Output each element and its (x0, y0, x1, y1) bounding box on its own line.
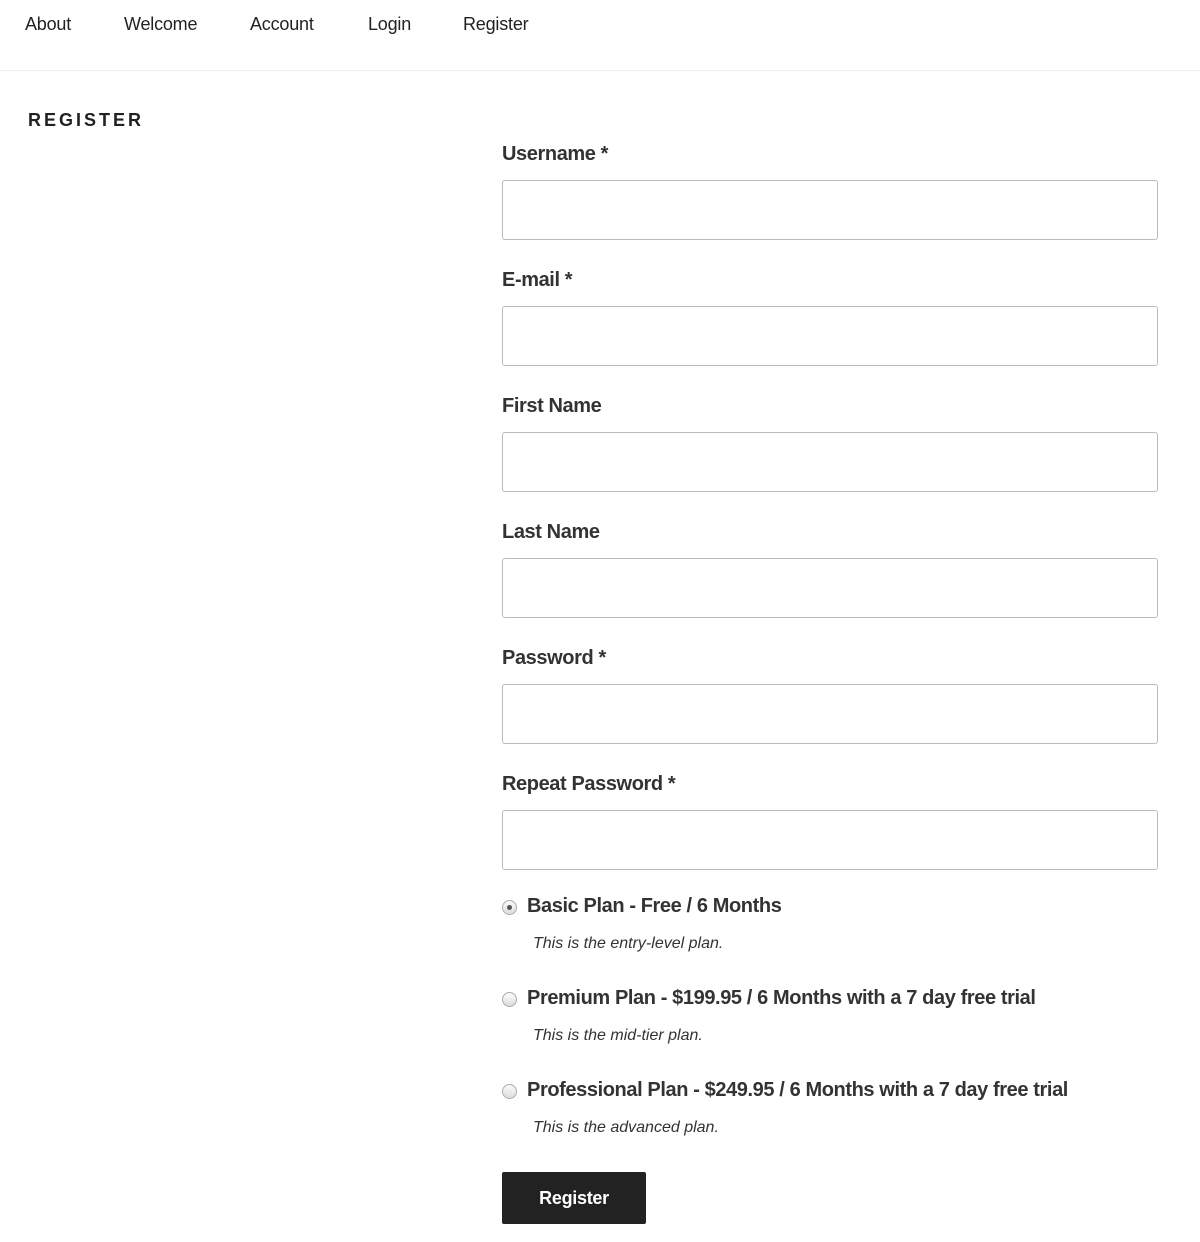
plan-description: This is the mid-tier plan. (533, 1027, 703, 1044)
last-name-label: Last Name (502, 521, 600, 543)
plan-description: This is the advanced plan. (533, 1119, 719, 1136)
password-label: Password * (502, 647, 606, 669)
nav-link-about[interactable]: About (25, 14, 71, 35)
repeat-password-field: Repeat Password * (502, 770, 1158, 896)
nav-link-login[interactable]: Login (368, 14, 411, 35)
register-form: Username * E-mail * First Name Last Name… (502, 140, 1158, 896)
nav-link-register[interactable]: Register (463, 14, 529, 35)
repeat-password-input[interactable] (502, 810, 1158, 870)
first-name-input[interactable] (502, 432, 1158, 492)
email-label: E-mail * (502, 269, 573, 291)
email-field: E-mail * (502, 266, 1158, 392)
email-input[interactable] (502, 306, 1158, 366)
page-title: REGISTER (28, 110, 145, 130)
username-field: Username * (502, 140, 1158, 266)
username-label: Username * (502, 143, 609, 165)
plan-radio-professional[interactable] (502, 1084, 517, 1099)
nav-link-account[interactable]: Account (250, 14, 314, 35)
plan-label[interactable]: Premium Plan - $199.95 / 6 Months with a… (527, 987, 1036, 1010)
plan-radio-basic[interactable] (502, 900, 517, 915)
plan-option-professional: Professional Plan - $249.95 / 6 Months w… (502, 1077, 1182, 1169)
password-input[interactable] (502, 684, 1158, 744)
top-navigation: About Welcome Account Login Register (0, 0, 1200, 71)
repeat-password-label: Repeat Password * (502, 773, 676, 795)
password-field: Password * (502, 644, 1158, 770)
plan-radio-premium[interactable] (502, 992, 517, 1007)
register-button[interactable]: Register (502, 1172, 646, 1224)
plan-label[interactable]: Professional Plan - $249.95 / 6 Months w… (527, 1079, 1068, 1102)
first-name-field: First Name (502, 392, 1158, 518)
plan-label[interactable]: Basic Plan - Free / 6 Months (527, 895, 782, 918)
nav-link-welcome[interactable]: Welcome (124, 14, 197, 35)
subscription-plans: Basic Plan - Free / 6 Months This is the… (502, 893, 1182, 1169)
last-name-field: Last Name (502, 518, 1158, 644)
username-input[interactable] (502, 180, 1158, 240)
plan-description: This is the entry-level plan. (533, 935, 724, 952)
plan-option-basic: Basic Plan - Free / 6 Months This is the… (502, 893, 1182, 985)
first-name-label: First Name (502, 395, 602, 417)
last-name-input[interactable] (502, 558, 1158, 618)
plan-option-premium: Premium Plan - $199.95 / 6 Months with a… (502, 985, 1182, 1077)
